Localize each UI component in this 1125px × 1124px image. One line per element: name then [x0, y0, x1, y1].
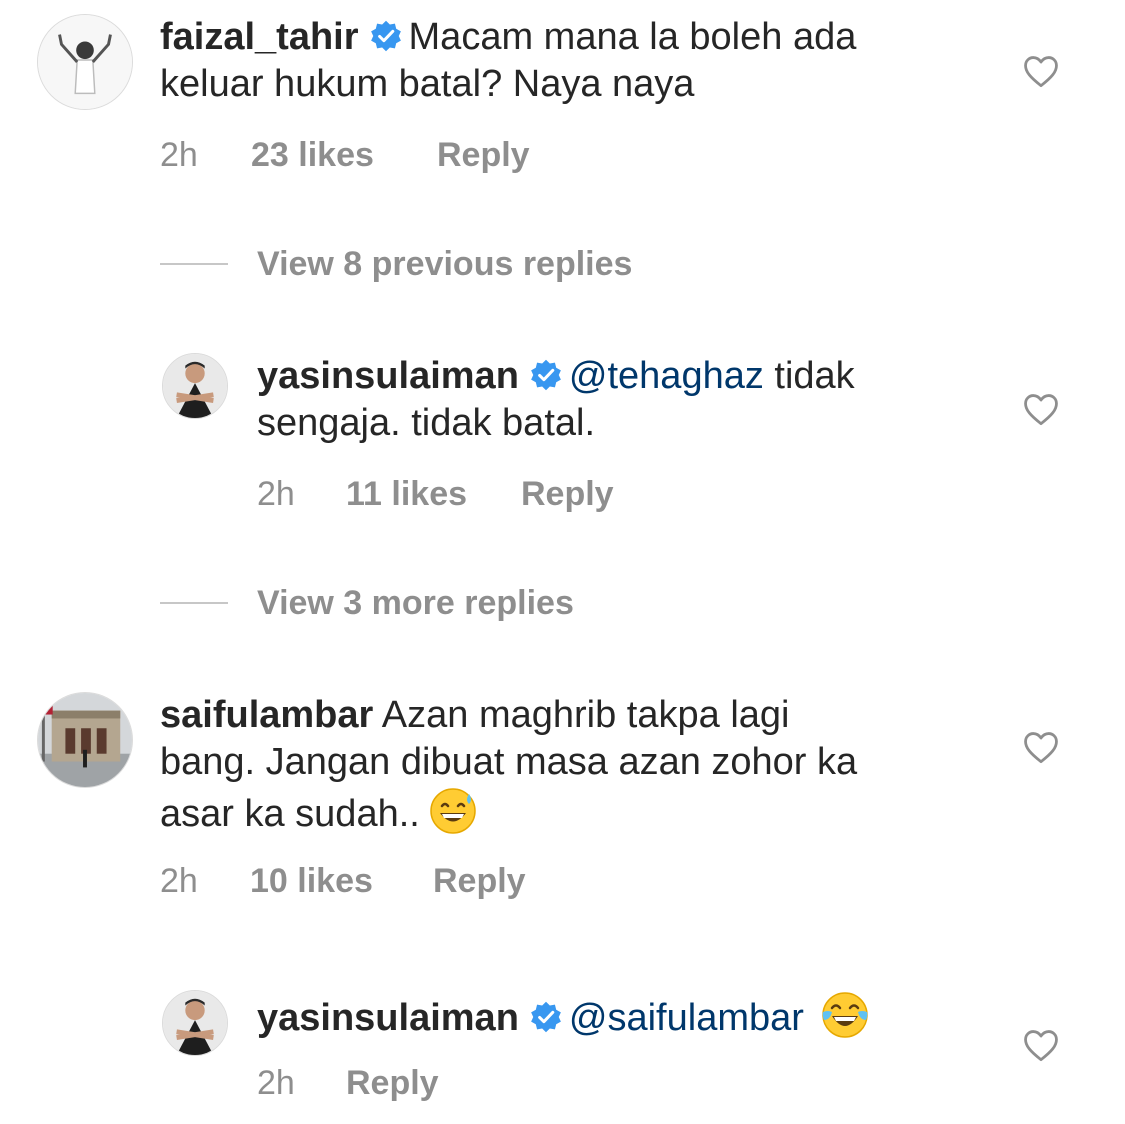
- comment-body: faizal_tahir Macam mana la boleh ada kelua…: [160, 14, 1000, 108]
- person-arms-raised-icon: [38, 15, 132, 109]
- avatar[interactable]: [37, 14, 133, 110]
- verified-badge-icon: [529, 1000, 563, 1034]
- face-with-tears-of-joy-emoji-icon: [820, 990, 870, 1040]
- reply-meta: 2h Reply: [257, 1064, 557, 1104]
- reply-button[interactable]: Reply: [433, 862, 526, 901]
- avatar[interactable]: [162, 990, 228, 1056]
- comment-time: 2h: [160, 862, 198, 900]
- reply-body: yasinsulaiman @tehaghaz tidak sengaja. tid…: [257, 353, 997, 447]
- comment-time: 2h: [160, 136, 198, 174]
- comment-likes[interactable]: 23 likes: [251, 136, 374, 175]
- like-heart-icon[interactable]: [1022, 730, 1060, 764]
- comment-text-line: asar ka sudah..: [160, 793, 420, 835]
- reply-meta: 2h 11 likes Reply: [257, 475, 657, 515]
- comment-text-line: Azan maghrib takpa lagi: [381, 694, 790, 736]
- reply-time: 2h: [257, 475, 295, 513]
- avatar[interactable]: [37, 692, 133, 788]
- reply-button[interactable]: Reply: [437, 136, 530, 175]
- view-more-replies-button[interactable]: View 3 more replies: [257, 584, 574, 623]
- reply-button[interactable]: Reply: [521, 475, 614, 514]
- mention-link[interactable]: @tehaghaz: [569, 355, 764, 397]
- reply-body: yasinsulaiman @saifulambar: [257, 990, 997, 1042]
- comment-text-line: Macam mana la boleh ada: [408, 16, 857, 58]
- view-previous-replies-button[interactable]: View 8 previous replies: [257, 245, 632, 284]
- verified-badge-icon: [369, 19, 403, 53]
- comment-likes[interactable]: 10 likes: [250, 862, 373, 901]
- comment-meta: 2h 23 likes Reply: [160, 136, 580, 176]
- reply-likes[interactable]: 11 likes: [346, 475, 467, 514]
- like-heart-icon[interactable]: [1022, 1028, 1060, 1062]
- reply-text-line: sengaja. tidak batal.: [257, 402, 596, 444]
- comment-username[interactable]: faizal_tahir: [160, 16, 359, 58]
- grinning-face-with-sweat-emoji-icon: [428, 786, 478, 836]
- mention-link[interactable]: @saifulambar: [569, 997, 804, 1039]
- like-heart-icon[interactable]: [1022, 54, 1060, 88]
- comment-text-line: keluar hukum batal? Naya naya: [160, 63, 695, 105]
- replies-divider: [160, 602, 228, 604]
- comment-username[interactable]: saifulambar: [160, 694, 373, 736]
- comment-meta: 2h 10 likes Reply: [160, 862, 580, 902]
- replies-divider: [160, 263, 228, 265]
- verified-badge-icon: [529, 358, 563, 392]
- like-heart-icon[interactable]: [1022, 392, 1060, 426]
- reply-username[interactable]: yasinsulaiman: [257, 997, 519, 1039]
- avatar[interactable]: [162, 353, 228, 419]
- building-photo-icon: [38, 693, 132, 787]
- man-crossed-arms-icon: [163, 354, 227, 418]
- reply-button[interactable]: Reply: [346, 1064, 439, 1103]
- reply-username[interactable]: yasinsulaiman: [257, 355, 519, 397]
- comments-thread: faizal_tahir Macam mana la boleh ada kelua…: [0, 0, 1125, 1124]
- man-crossed-arms-icon: [163, 991, 227, 1055]
- reply-text-line: tidak: [763, 355, 855, 397]
- comment-text-line: bang. Jangan dibuat masa azan zohor ka: [160, 741, 858, 783]
- comment-body: saifulambar Azan maghrib takpa lagi bang.…: [160, 692, 1000, 838]
- reply-time: 2h: [257, 1064, 295, 1102]
